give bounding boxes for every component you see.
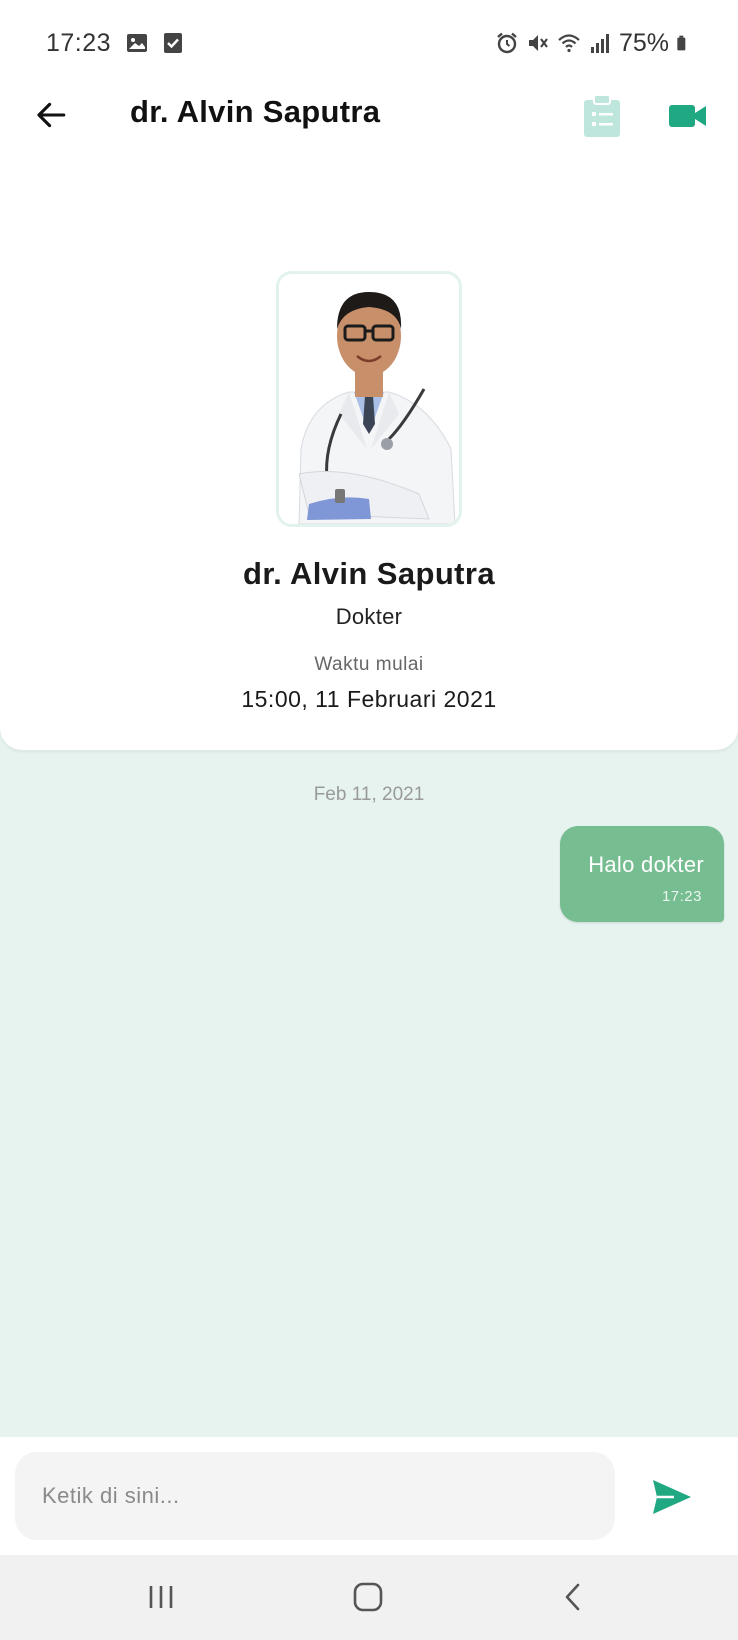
start-time-value: 15:00, 11 Februari 2021	[241, 686, 497, 712]
app-bar: dr. Alvin Saputra	[0, 86, 738, 226]
mute-icon	[528, 35, 548, 51]
recent-apps-icon	[149, 1586, 173, 1608]
nav-back-button[interactable]	[550, 1575, 598, 1619]
message-composer	[0, 1437, 738, 1555]
status-bar: 17:23 75%	[0, 0, 738, 86]
checkbox-icon	[164, 33, 183, 53]
start-time-label: Waktu mulai	[314, 654, 424, 675]
status-time: 17:23	[46, 28, 112, 57]
doctor-photo	[276, 271, 462, 527]
send-button[interactable]	[650, 1475, 694, 1519]
recent-apps-button[interactable]	[137, 1575, 185, 1619]
home-button[interactable]	[344, 1575, 392, 1619]
doctor-portrait	[279, 274, 459, 524]
signal-icon	[590, 34, 609, 53]
video-camera-icon	[669, 105, 706, 127]
message-bubble-outgoing[interactable]: Halo dokter 17:23	[560, 826, 724, 922]
chat-date-divider: Feb 11, 2021	[313, 784, 425, 805]
clipboard-list-icon	[584, 94, 620, 137]
image-icon	[127, 34, 148, 52]
message-time: 17:23	[661, 888, 702, 905]
wifi-icon	[558, 34, 580, 53]
nav-back-icon	[565, 1583, 580, 1611]
doctor-role: Dokter	[335, 604, 403, 629]
send-icon	[653, 1480, 691, 1514]
doctor-name: dr. Alvin Saputra	[243, 556, 495, 591]
video-call-button[interactable]	[668, 96, 708, 136]
battery-icon	[677, 35, 686, 51]
battery-percentage: 75%	[618, 28, 669, 57]
header-title: dr. Alvin Saputra	[130, 94, 381, 129]
home-icon	[353, 1582, 383, 1612]
back-button[interactable]	[26, 90, 76, 140]
message-text: Halo dokter	[588, 852, 704, 877]
doctor-card: dr. Alvin Saputra dr. Alvin Saputra Dokt…	[0, 86, 738, 750]
system-nav-bar	[0, 1555, 738, 1640]
consultation-notes-button[interactable]	[582, 94, 622, 138]
alarm-icon	[497, 32, 517, 54]
back-arrow-icon	[37, 102, 66, 128]
message-input[interactable]	[15, 1452, 615, 1540]
